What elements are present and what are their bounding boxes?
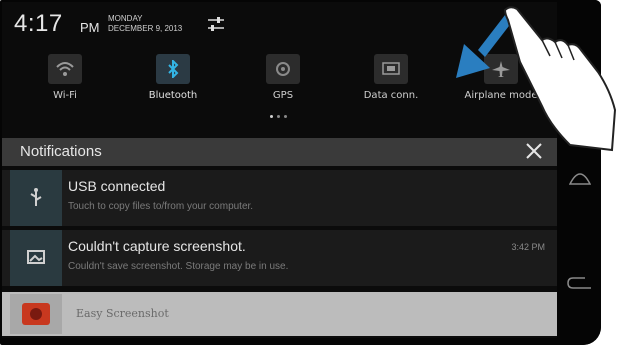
data-connection-icon xyxy=(374,54,408,84)
notification-time: 3:42 PM xyxy=(511,242,545,252)
quick-setting-wifi[interactable]: Wi-Fi xyxy=(20,54,110,101)
clock-ampm: PM xyxy=(80,20,100,35)
quick-setting-label: GPS xyxy=(272,90,294,101)
notification-title: Easy Screenshot xyxy=(76,307,169,320)
notification-title: Couldn't capture screenshot. xyxy=(68,238,246,254)
quick-setting-label: Bluetooth xyxy=(148,90,198,101)
notification-usb[interactable]: USB connected Touch to copy files to/fro… xyxy=(2,170,557,226)
wifi-icon xyxy=(48,54,82,84)
quick-setting-label: Wi-Fi xyxy=(53,90,77,101)
date-label: DECEMBER 9, 2013 xyxy=(108,24,183,33)
quick-setting-bluetooth[interactable]: Bluetooth xyxy=(128,54,218,101)
page-dot xyxy=(284,115,287,118)
swipe-gesture-hand xyxy=(456,6,617,152)
notification-screenshot-failed[interactable]: Couldn't capture screenshot. Couldn't sa… xyxy=(2,230,557,286)
quick-setting-gps[interactable]: GPS xyxy=(238,54,328,101)
bluetooth-icon xyxy=(156,54,190,84)
clock-time: 4:17 xyxy=(14,10,63,37)
quick-setting-label: Data conn. xyxy=(363,90,419,101)
date-block: MONDAY DECEMBER 9, 2013 xyxy=(108,14,182,34)
page-indicator xyxy=(270,115,300,118)
back-icon[interactable] xyxy=(567,276,593,292)
notification-subtitle: Touch to copy files to/from your compute… xyxy=(68,201,254,212)
camera-app-icon xyxy=(10,294,62,334)
notification-easy-screenshot[interactable]: Easy Screenshot xyxy=(2,292,557,336)
screenshot-icon xyxy=(10,230,62,286)
usb-icon xyxy=(10,170,62,226)
day-label: MONDAY xyxy=(108,14,143,23)
quick-setting-data-connection[interactable]: Data conn. xyxy=(346,54,436,101)
page-dot xyxy=(277,115,280,118)
gps-icon xyxy=(266,54,300,84)
notifications-title: Notifications xyxy=(20,143,102,160)
settings-sliders-icon[interactable] xyxy=(207,16,225,32)
home-icon[interactable] xyxy=(569,170,591,188)
notification-title: USB connected xyxy=(68,178,166,194)
page-dot xyxy=(270,115,273,118)
notification-subtitle: Couldn't save screenshot. Storage may be… xyxy=(68,261,289,272)
